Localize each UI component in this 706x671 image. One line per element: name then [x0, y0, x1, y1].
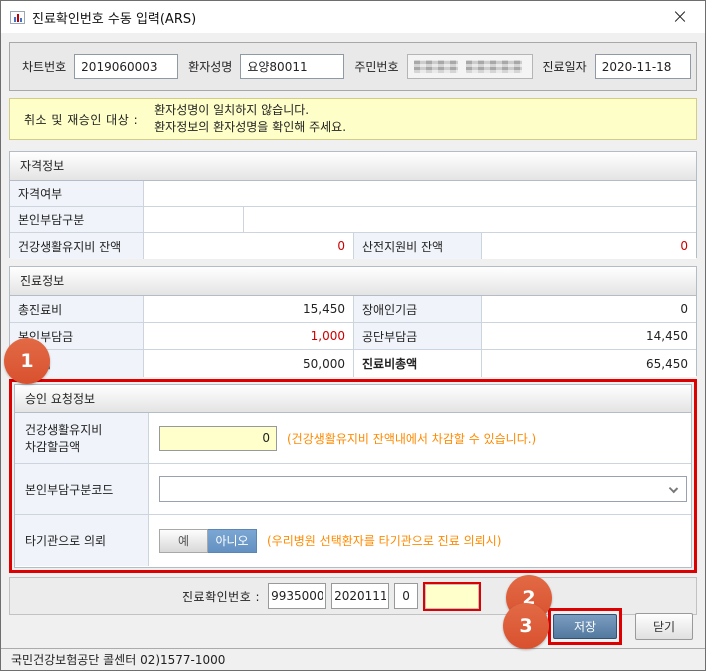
- confirm-number-input[interactable]: [425, 584, 479, 609]
- table-row: 타기관으로 의뢰 예 아니오 (우리병원 선택환자를 타기관으로 진료 의뢰시): [15, 515, 691, 566]
- confirm-number-part3[interactable]: [394, 583, 418, 609]
- disabled-fund-value: 0: [482, 296, 696, 322]
- close-button[interactable]: 닫기: [635, 613, 693, 640]
- bar-chart-icon: [10, 11, 25, 24]
- copay-value: 1,000: [144, 323, 354, 349]
- confirm-number-label: 진료확인번호 :: [182, 588, 260, 605]
- grand-total-value: 65,450: [482, 350, 696, 377]
- approval-section: 승인 요청정보 건강생활유지비 차감할금액 (건강생활유지비 잔액내에서 차감할…: [14, 384, 692, 568]
- qual-prenatal-label: 산전지원비 잔액: [354, 233, 482, 259]
- save-button[interactable]: 저장: [553, 614, 617, 639]
- annotation-badge-3: 3: [503, 603, 549, 649]
- rrn-masked-block: [414, 60, 458, 73]
- patient-info-bar: 차트번호 환자성명 주민번호 진료일자: [9, 42, 697, 91]
- chart-number-input[interactable]: [74, 54, 178, 79]
- table-row: 건강생활유지비 차감할금액 (건강생활유지비 잔액내에서 차감할 수 있습니다.…: [15, 413, 691, 464]
- qual-copay-type-value: [244, 207, 696, 232]
- ars-manual-entry-dialog: 진료확인번호 수동 입력(ARS) × 차트번호 환자성명 주민번호 진료일자 …: [0, 0, 706, 671]
- confirm-input-annotation-frame: [423, 582, 481, 611]
- qual-copay-type-label: 본인부담구분: [10, 207, 144, 232]
- corp-share-label: 공단부담금: [354, 323, 482, 349]
- rrn-label: 주민번호: [354, 58, 398, 75]
- qual-health-fund-value: 0: [144, 233, 354, 259]
- rrn-masked-input[interactable]: [407, 54, 533, 79]
- deduct-amount-label-line2: 차감할금액: [25, 438, 80, 455]
- qualification-section: 자격정보 자격여부 본인부담구분 건강생활유지비 잔액 0 산전지원비 잔액 0: [9, 151, 697, 258]
- total-fee-label: 총진료비: [10, 296, 144, 322]
- deduct-amount-content: (건강생활유지비 잔액내에서 차감할 수 있습니다.): [149, 413, 691, 463]
- patient-name-field: 환자성명: [188, 54, 344, 79]
- status-bar: 국민건강보험공단 콜센터 02)1577-1000: [1, 648, 705, 670]
- refer-label: 타기관으로 의뢰: [15, 515, 149, 566]
- warning-line1: 환자성명이 일치하지 않습니다.: [154, 102, 346, 119]
- copay-code-label: 본인부담구분코드: [15, 464, 149, 514]
- confirm-number-row: 진료확인번호 :: [182, 578, 481, 614]
- copay-code-content: [149, 464, 691, 514]
- deduct-amount-label-line1: 건강생활유지비: [25, 421, 102, 438]
- table-row: 본인부담금 1,000 공단부담금 14,450: [10, 323, 696, 350]
- table-row: 본인부담구분코드: [15, 464, 691, 515]
- table-row: 건강생활유지비 잔액 0 산전지원비 잔액 0: [10, 233, 696, 259]
- approval-annotation-frame: 승인 요청정보 건강생활유지비 차감할금액 (건강생활유지비 잔액내에서 차감할…: [9, 379, 697, 573]
- table-row: 자격여부: [10, 181, 696, 207]
- qualification-section-title: 자격정보: [10, 152, 696, 181]
- qual-health-fund-label: 건강생활유지비 잔액: [10, 233, 144, 259]
- table-row: 비급여 50,000 진료비총액 65,450: [10, 350, 696, 377]
- warning-message: 환자성명이 일치하지 않습니다. 환자정보의 환자성명을 확인해 주세요.: [154, 102, 346, 136]
- close-icon[interactable]: ×: [669, 5, 691, 27]
- deduct-amount-hint: (건강생활유지비 잔액내에서 차감할 수 있습니다.): [287, 430, 536, 447]
- qual-prenatal-value: 0: [482, 233, 696, 259]
- patient-name-label: 환자성명: [188, 58, 232, 75]
- rrn-field: 주민번호: [354, 54, 532, 79]
- treatment-date-label: 진료일자: [543, 58, 587, 75]
- approval-section-title: 승인 요청정보: [15, 385, 691, 413]
- refer-hint: (우리병원 선택환자를 타기관으로 진료 의뢰시): [267, 532, 501, 549]
- refer-yes-button[interactable]: 예: [159, 529, 208, 553]
- disabled-fund-label: 장애인기금: [354, 296, 482, 322]
- status-bar-text: 국민건강보험공단 콜센터 02)1577-1000: [11, 651, 225, 668]
- title-bar: 진료확인번호 수동 입력(ARS) ×: [1, 1, 705, 33]
- refer-no-button[interactable]: 아니오: [208, 529, 257, 553]
- warning-banner: 취소 및 재승인 대상 : 환자성명이 일치하지 않습니다. 환자정보의 환자성…: [9, 98, 697, 140]
- copay-code-label-text: 본인부담구분코드: [25, 481, 113, 498]
- window-title: 진료확인번호 수동 입력(ARS): [32, 8, 196, 27]
- treatment-date-input[interactable]: [595, 54, 691, 79]
- table-row: 총진료비 15,450 장애인기금 0: [10, 296, 696, 323]
- confirm-number-part2[interactable]: [331, 583, 389, 609]
- deduct-amount-label: 건강생활유지비 차감할금액: [15, 413, 149, 463]
- refer-content: 예 아니오 (우리병원 선택환자를 타기관으로 진료 의뢰시): [149, 515, 691, 566]
- treatment-date-field: 진료일자: [543, 54, 691, 79]
- deduct-amount-input[interactable]: [159, 426, 277, 451]
- copay-code-select[interactable]: [159, 476, 687, 502]
- refer-toggle: 예 아니오: [159, 529, 257, 553]
- confirm-number-part1[interactable]: [268, 583, 326, 609]
- save-annotation-frame: 저장: [548, 608, 622, 645]
- patient-name-input[interactable]: [240, 54, 344, 79]
- chevron-down-icon: [669, 484, 678, 493]
- refer-label-text: 타기관으로 의뢰: [25, 532, 106, 549]
- chart-number-field: 차트번호: [22, 54, 178, 79]
- corp-share-value: 14,450: [482, 323, 696, 349]
- warning-line2: 환자정보의 환자성명을 확인해 주세요.: [154, 119, 346, 136]
- treatment-section-title: 진료정보: [10, 267, 696, 296]
- total-fee-value: 15,450: [144, 296, 354, 322]
- qual-eligibility-label: 자격여부: [10, 181, 144, 206]
- qual-copay-type-code: [144, 207, 244, 232]
- uninsured-value: 50,000: [144, 350, 354, 377]
- grand-total-label: 진료비총액: [354, 350, 482, 377]
- table-row: 본인부담구분: [10, 207, 696, 233]
- warning-label: 취소 및 재승인 대상 :: [24, 111, 138, 128]
- qual-eligibility-value: [144, 181, 696, 206]
- rrn-masked-block: [466, 60, 522, 73]
- chart-number-label: 차트번호: [22, 58, 66, 75]
- annotation-badge-1: 1: [4, 338, 50, 384]
- treatment-section: 진료정보 총진료비 15,450 장애인기금 0 본인부담금 1,000 공단부…: [9, 266, 697, 376]
